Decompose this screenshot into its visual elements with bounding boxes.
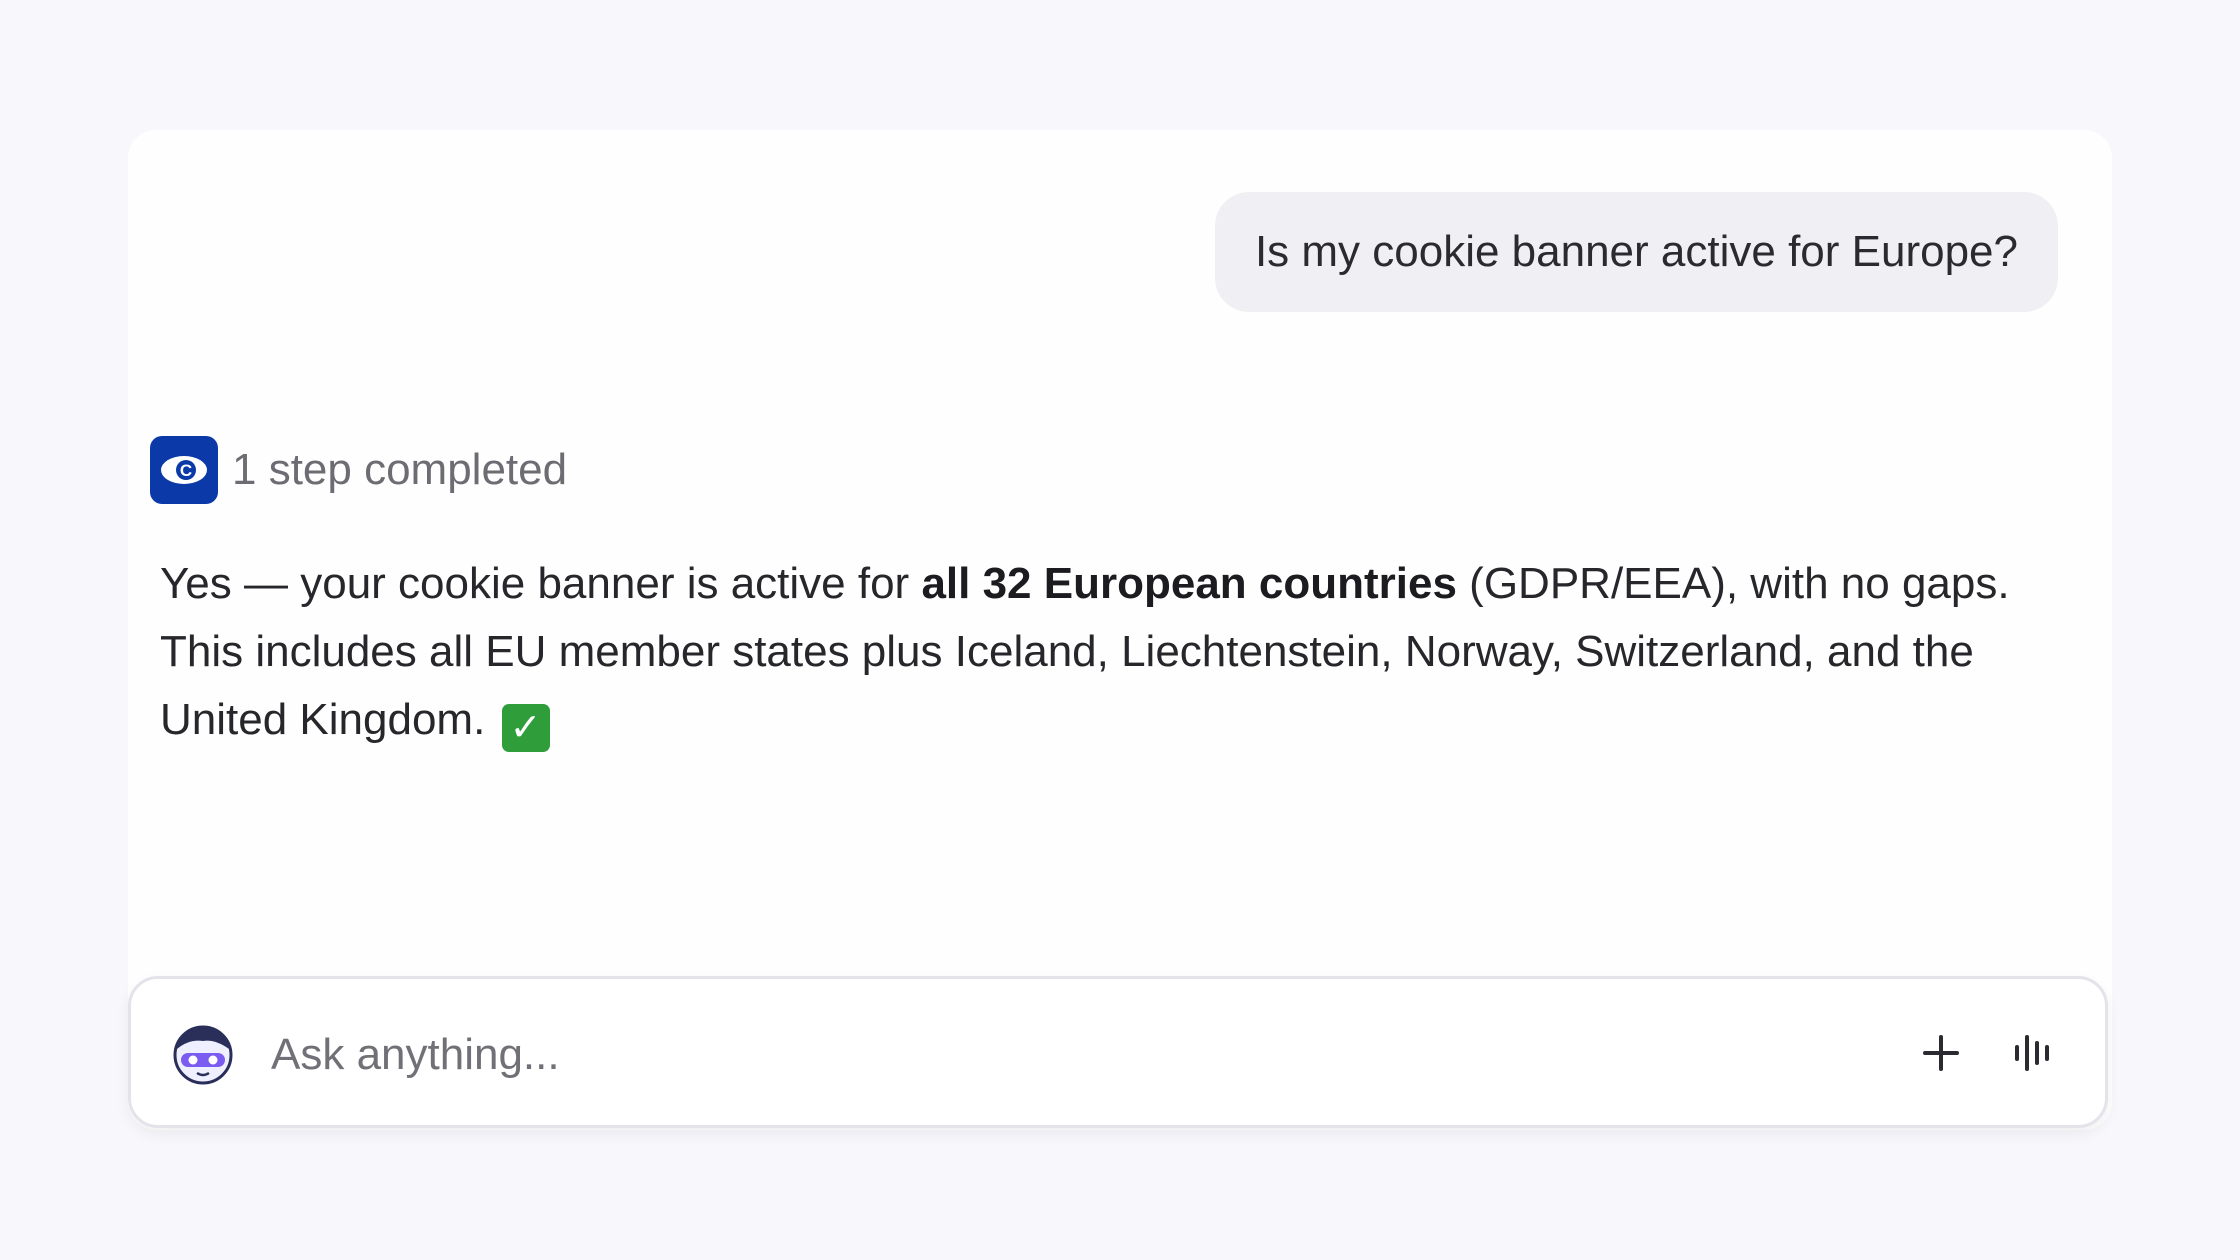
answer-text-bold: all 32 European countries [921, 559, 1457, 608]
check-mark-button-icon: ✓ [501, 704, 550, 752]
user-message-bubble: Is my cookie banner active for Europe? [1214, 192, 2058, 312]
answer-text-part1: Yes — your cookie banner is active for [160, 559, 922, 608]
svg-text:C: C [180, 461, 192, 480]
user-message-text: Is my cookie banner active for Europe? [1254, 227, 2018, 276]
assistant-avatar-icon [171, 1021, 235, 1085]
step-status-row[interactable]: C 1 step completed [150, 436, 567, 504]
plus-icon [1923, 1035, 1959, 1071]
voice-waveform-icon [2015, 1035, 2049, 1071]
message-input[interactable] [269, 1019, 1773, 1091]
step-status-label: 1 step completed [232, 445, 568, 494]
message-composer [128, 976, 2108, 1128]
voice-input-button[interactable] [2007, 1025, 2063, 1081]
assistant-answer: Yes — your cookie banner is active for a… [160, 550, 2080, 754]
add-attachment-button[interactable] [1913, 1025, 1969, 1081]
cookie-consent-logo-icon: C [150, 436, 218, 504]
